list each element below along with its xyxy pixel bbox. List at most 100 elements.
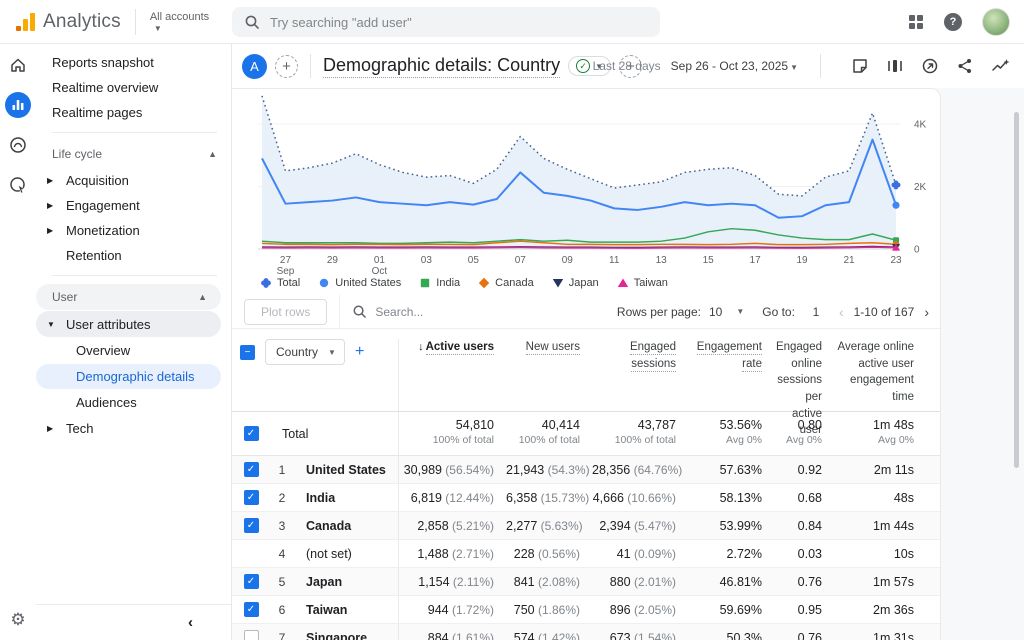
row-cell: 880 (2.01%): [592, 575, 688, 589]
reports-icon[interactable]: [5, 92, 31, 118]
sidebar-item-user-attributes[interactable]: ▼User attributes: [36, 311, 221, 337]
sidebar-item-demographic-details[interactable]: Demographic details: [36, 364, 221, 389]
table-search-input[interactable]: [375, 305, 495, 319]
legend-item-united-states[interactable]: United States: [318, 277, 401, 289]
date-range-picker[interactable]: Sep 26 - Oct 23, 2025▼: [671, 59, 798, 73]
settings-gear-icon[interactable]: ⚙: [0, 610, 36, 630]
apps-grid-icon[interactable]: [908, 14, 924, 30]
row-cell: 30,989 (56.54%): [398, 456, 506, 483]
cell-value: 41: [617, 547, 631, 561]
plot-rows-button[interactable]: Plot rows: [244, 299, 327, 325]
legend-item-india[interactable]: India: [419, 277, 460, 289]
table-row-united-states[interactable]: ✓1United States30,989 (56.54%)21,943 (54…: [232, 456, 941, 484]
dimension-select[interactable]: Country▼: [265, 339, 345, 365]
legend-marker-triangle-down-icon: [552, 277, 564, 289]
global-search-input[interactable]: [270, 15, 610, 30]
sidebar-item-realtime-overview[interactable]: Realtime overview: [36, 75, 231, 99]
advertising-icon[interactable]: [5, 172, 31, 198]
table-row-japan[interactable]: ✓5Japan1,154 (2.11%)841 (2.08%)880 (2.01…: [232, 568, 941, 596]
row-checkbox[interactable]: ✓: [244, 490, 259, 505]
note-icon[interactable]: [851, 57, 869, 75]
circle-arrow-icon[interactable]: [921, 57, 939, 75]
rows-per-page-select[interactable]: 10 ▼: [709, 305, 744, 319]
comparisons-icon[interactable]: [886, 57, 904, 75]
cell-value: 48s: [894, 491, 914, 505]
cell-percent: (64.76%): [630, 463, 682, 477]
row-checkbox[interactable]: ✓: [244, 602, 259, 617]
row-checkbox[interactable]: ✓: [244, 574, 259, 589]
row-country: Singapore: [294, 631, 398, 640]
row-index: 5: [270, 575, 294, 589]
sidebar-item-acquisition[interactable]: ▶Acquisition: [36, 168, 231, 192]
user-avatar[interactable]: [982, 8, 1010, 36]
row-cell: 2m 11s: [834, 463, 926, 477]
explore-icon[interactable]: [5, 132, 31, 158]
row-checkbox[interactable]: ✓: [244, 462, 259, 477]
column-header-average-online-active-user-engagement-time[interactable]: Average online active user engagement ti…: [834, 339, 926, 411]
collapse-nav-icon[interactable]: ‹: [188, 614, 193, 631]
report-title[interactable]: Demographic details: Country: [323, 55, 560, 78]
sidebar-item-realtime-pages[interactable]: Realtime pages: [36, 100, 231, 124]
insights-sparkline-icon[interactable]: [991, 57, 1010, 75]
column-header-engaged-sessions[interactable]: Engaged sessions: [592, 339, 688, 411]
column-header-engagement-rate[interactable]: Engagement rate: [688, 339, 774, 411]
report-header: A + Demographic details: Country ✓ ▼ + L…: [232, 44, 1024, 88]
totals-checkbox[interactable]: ✓: [244, 426, 259, 441]
table-search[interactable]: [352, 304, 495, 319]
totals-subtext: Avg 0%: [688, 434, 762, 446]
sidebar-item-reports-snapshot[interactable]: Reports snapshot: [36, 50, 231, 74]
help-icon[interactable]: ?: [944, 13, 962, 31]
totals-cell: 40,414100% of total: [506, 412, 592, 455]
prev-page-icon[interactable]: ‹: [837, 304, 846, 320]
x-axis-label: 01: [374, 255, 386, 266]
legend-item-taiwan[interactable]: Taiwan: [617, 277, 668, 289]
column-header-engaged-online-sessions-per-active-user[interactable]: Engaged online sessions per active user: [774, 339, 834, 411]
sidebar-item-overview[interactable]: Overview: [36, 338, 231, 363]
vertical-scrollbar[interactable]: [1014, 112, 1019, 468]
cell-value: 2,277: [506, 519, 537, 533]
row-cell: 0.95: [774, 603, 834, 617]
table-header-row: −Country▼ + ↓Active users New users Engaged …: [232, 329, 941, 412]
row-cell: 841 (2.08%): [506, 575, 592, 589]
sidebar-item-audiences[interactable]: Audiences: [36, 390, 231, 415]
column-header-active-users[interactable]: ↓Active users: [398, 339, 506, 411]
home-icon[interactable]: [5, 52, 31, 78]
sidebar-item-engagement[interactable]: ▶Engagement: [36, 193, 231, 217]
legend-item-canada[interactable]: Canada: [478, 277, 534, 289]
property-avatar[interactable]: A: [242, 54, 267, 79]
table-row-taiwan[interactable]: ✓6Taiwan944 (1.72%)750 (1.86%)896 (2.05%…: [232, 596, 941, 624]
table-row-singapore[interactable]: 7Singapore884 (1.61%)574 (1.42%)673 (1.5…: [232, 624, 941, 640]
chevron-down-icon: ▼: [47, 320, 66, 329]
cell-percent: (12.44%): [442, 491, 494, 505]
chart-legend: Total United States India Canada Japan Taiwan: [260, 277, 668, 289]
add-dimension-button[interactable]: +: [355, 343, 364, 361]
row-cell: 896 (2.05%): [592, 603, 688, 617]
sidebar-item-life-cycle[interactable]: Life cycle▲: [36, 141, 231, 167]
analytics-logo-icon[interactable]: [16, 13, 35, 31]
column-header-label: New users: [526, 341, 580, 355]
dimension-header: −Country▼ +: [232, 339, 398, 365]
goto-page-input[interactable]: [803, 305, 829, 319]
row-checkbox[interactable]: [244, 630, 259, 640]
share-icon[interactable]: [956, 57, 974, 75]
select-all-checkbox[interactable]: −: [240, 345, 255, 360]
legend-item-total[interactable]: Total: [260, 277, 300, 289]
sidebar-item-label: User: [52, 290, 77, 304]
account-switcher[interactable]: All accounts ▼: [150, 11, 209, 33]
sidebar-item-user[interactable]: User▲: [36, 284, 221, 310]
row-index: 2: [270, 491, 294, 505]
sidebar-item-tech[interactable]: ▶Tech: [36, 416, 231, 440]
add-property-button[interactable]: +: [275, 55, 298, 78]
row-cell: 2,858 (5.21%): [398, 512, 506, 539]
table-row-canada[interactable]: ✓3Canada2,858 (5.21%)2,277 (5.63%)2,394 …: [232, 512, 941, 540]
next-page-icon[interactable]: ›: [922, 304, 931, 320]
column-header-new-users[interactable]: New users: [506, 339, 592, 411]
sidebar-item-monetization[interactable]: ▶Monetization: [36, 218, 231, 242]
table-row-india[interactable]: ✓2India6,819 (12.44%)6,358 (15.73%)4,666…: [232, 484, 941, 512]
row-checkbox[interactable]: ✓: [244, 518, 259, 533]
global-search[interactable]: [232, 7, 660, 37]
row-country: India: [294, 491, 398, 505]
legend-item-japan[interactable]: Japan: [552, 277, 599, 289]
table-row-not-set[interactable]: 4(not set)1,488 (2.71%)228 (0.56%)41 (0.…: [232, 540, 941, 568]
sidebar-item-retention[interactable]: Retention: [36, 243, 231, 267]
